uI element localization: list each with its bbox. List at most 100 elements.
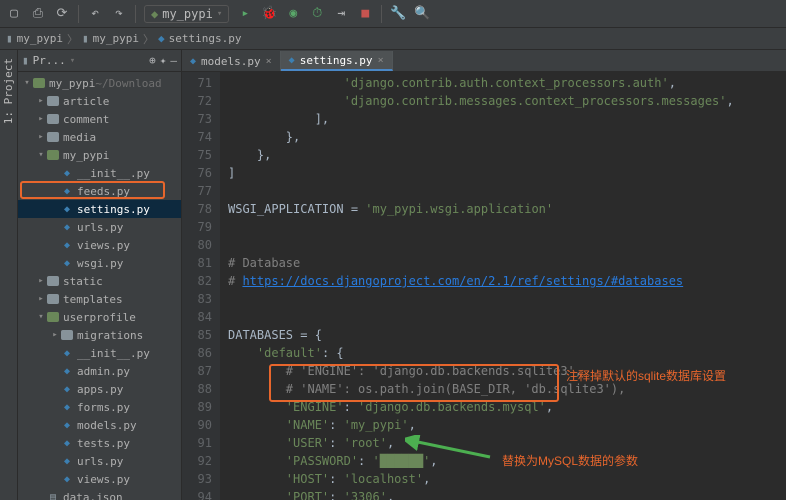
- code-line[interactable]: [228, 236, 786, 254]
- code-line[interactable]: [228, 308, 786, 326]
- run-icon[interactable]: ▸: [237, 6, 253, 22]
- tree-row[interactable]: ◆apps.py: [18, 380, 181, 398]
- tree-row[interactable]: ▸article: [18, 92, 181, 110]
- undo-icon[interactable]: ↶: [87, 6, 103, 22]
- tree-row[interactable]: ◆settings.py: [18, 200, 181, 218]
- code-editor[interactable]: 'django.contrib.auth.context_processors.…: [220, 72, 786, 500]
- settings-icon[interactable]: 🔧: [390, 6, 406, 22]
- python-file-icon: ◆: [60, 238, 74, 252]
- breadcrumb-item[interactable]: my_pypi: [93, 32, 139, 45]
- folder-icon: [46, 310, 60, 324]
- folder-icon: [60, 328, 74, 342]
- file-tab[interactable]: ◆models.py×: [182, 51, 281, 71]
- tree-row[interactable]: ▾my_pypi: [18, 146, 181, 164]
- breadcrumb-item[interactable]: my_pypi: [17, 32, 63, 45]
- tree-row[interactable]: ◆models.py: [18, 416, 181, 434]
- tree-row[interactable]: ◆tests.py: [18, 434, 181, 452]
- code-line[interactable]: [228, 290, 786, 308]
- project-tool-tab[interactable]: 1: Project: [0, 50, 18, 500]
- tree-item-label: tests.py: [77, 437, 130, 450]
- open-icon[interactable]: ▢: [6, 6, 22, 22]
- tree-item-label: media: [63, 131, 96, 144]
- code-line[interactable]: 'default': {: [228, 344, 786, 362]
- code-line[interactable]: 'NAME': 'my_pypi',: [228, 416, 786, 434]
- line-gutter: 7172737475767778798081828384858687888990…: [182, 72, 220, 500]
- code-line[interactable]: 'USER': 'root',: [228, 434, 786, 452]
- file-tab[interactable]: ◆settings.py×: [281, 51, 393, 71]
- python-file-icon: ◆: [60, 400, 74, 414]
- tree-row[interactable]: ◆__init__.py: [18, 344, 181, 362]
- close-tab-icon[interactable]: ×: [378, 55, 384, 66]
- tree-row[interactable]: ▸templates: [18, 290, 181, 308]
- code-line[interactable]: # Database: [228, 254, 786, 272]
- python-file-icon: ◆: [60, 220, 74, 234]
- run-config-selector[interactable]: ◆ my_pypi ▾: [144, 5, 229, 23]
- code-line[interactable]: 'PORT': '3306',: [228, 488, 786, 500]
- annotation-1: 注释掉默认的sqlite数据库设置: [566, 367, 726, 384]
- code-line[interactable]: # https://docs.djangoproject.com/en/2.1/…: [228, 272, 786, 290]
- tree-row[interactable]: ▤data.json: [18, 488, 181, 500]
- tree-row[interactable]: ◆wsgi.py: [18, 254, 181, 272]
- search-icon[interactable]: 🔍: [414, 6, 430, 22]
- python-file-icon: ◆: [60, 256, 74, 270]
- tree-row[interactable]: ◆admin.py: [18, 362, 181, 380]
- code-line[interactable]: 'django.contrib.messages.context_process…: [228, 92, 786, 110]
- profile-icon[interactable]: ⏱: [309, 6, 325, 22]
- tree-row[interactable]: ◆views.py: [18, 236, 181, 254]
- code-line[interactable]: WSGI_APPLICATION = 'my_pypi.wsgi.applica…: [228, 200, 786, 218]
- python-file-icon: ◆: [60, 472, 74, 486]
- hide-icon[interactable]: —: [170, 54, 177, 67]
- tree-item-label: __init__.py: [77, 347, 150, 360]
- code-line[interactable]: 'django.contrib.auth.context_processors.…: [228, 74, 786, 92]
- tree-item-label: comment: [63, 113, 109, 126]
- project-tree[interactable]: ▾my_pypi ~/Download▸article▸comment▸medi…: [18, 72, 181, 500]
- tree-row[interactable]: ◆__init__.py: [18, 164, 181, 182]
- main-toolbar: ▢ ⎙ ⟳ ↶ ↷ ◆ my_pypi ▾ ▸ 🐞 ◉ ⏱ ⇥ ■ 🔧 🔍: [0, 0, 786, 28]
- file-icon: ▤: [46, 490, 60, 500]
- tree-row[interactable]: ◆views.py: [18, 470, 181, 488]
- code-line[interactable]: 'HOST': 'localhost',: [228, 470, 786, 488]
- tree-row[interactable]: ◆urls.py: [18, 218, 181, 236]
- refresh-icon[interactable]: ⟳: [54, 6, 70, 22]
- save-icon[interactable]: ⎙: [30, 6, 46, 22]
- code-line[interactable]: [228, 218, 786, 236]
- tree-item-label: views.py: [77, 239, 130, 252]
- tab-label: models.py: [201, 55, 261, 68]
- gear-icon[interactable]: ✦: [160, 54, 167, 67]
- tree-item-label: static: [63, 275, 103, 288]
- python-file-icon: ◆: [60, 436, 74, 450]
- code-line[interactable]: DATABASES = {: [228, 326, 786, 344]
- code-line[interactable]: ]: [228, 164, 786, 182]
- tree-row[interactable]: ◆urls.py: [18, 452, 181, 470]
- close-tab-icon[interactable]: ×: [266, 56, 272, 67]
- code-line[interactable]: 'ENGINE': 'django.db.backends.mysql',: [228, 398, 786, 416]
- tree-item-label: templates: [63, 293, 123, 306]
- code-line[interactable]: ],: [228, 110, 786, 128]
- redo-icon[interactable]: ↷: [111, 6, 127, 22]
- tree-row[interactable]: ◆feeds.py: [18, 182, 181, 200]
- tree-row[interactable]: ▾userprofile: [18, 308, 181, 326]
- tree-row[interactable]: ▸migrations: [18, 326, 181, 344]
- tree-item-label: userprofile: [63, 311, 136, 324]
- tree-row[interactable]: ▸media: [18, 128, 181, 146]
- stop-icon[interactable]: ■: [357, 6, 373, 22]
- tree-row[interactable]: ◆forms.py: [18, 398, 181, 416]
- tree-row[interactable]: ▸static: [18, 272, 181, 290]
- tree-item-label: admin.py: [77, 365, 130, 378]
- collapse-icon[interactable]: ⊕: [149, 54, 156, 67]
- tree-item-label: urls.py: [77, 455, 123, 468]
- tree-row[interactable]: ▾my_pypi ~/Download: [18, 74, 181, 92]
- coverage-icon[interactable]: ◉: [285, 6, 301, 22]
- code-line[interactable]: },: [228, 146, 786, 164]
- tree-item-label: settings.py: [77, 203, 150, 216]
- debug-icon[interactable]: 🐞: [261, 6, 277, 22]
- tree-row[interactable]: ▸comment: [18, 110, 181, 128]
- attach-icon[interactable]: ⇥: [333, 6, 349, 22]
- breadcrumb-item[interactable]: settings.py: [169, 32, 242, 45]
- python-file-icon: ◆: [60, 364, 74, 378]
- tree-item-label: models.py: [77, 419, 137, 432]
- python-file-icon: ◆: [60, 166, 74, 180]
- code-line[interactable]: [228, 182, 786, 200]
- tree-item-label: urls.py: [77, 221, 123, 234]
- code-line[interactable]: },: [228, 128, 786, 146]
